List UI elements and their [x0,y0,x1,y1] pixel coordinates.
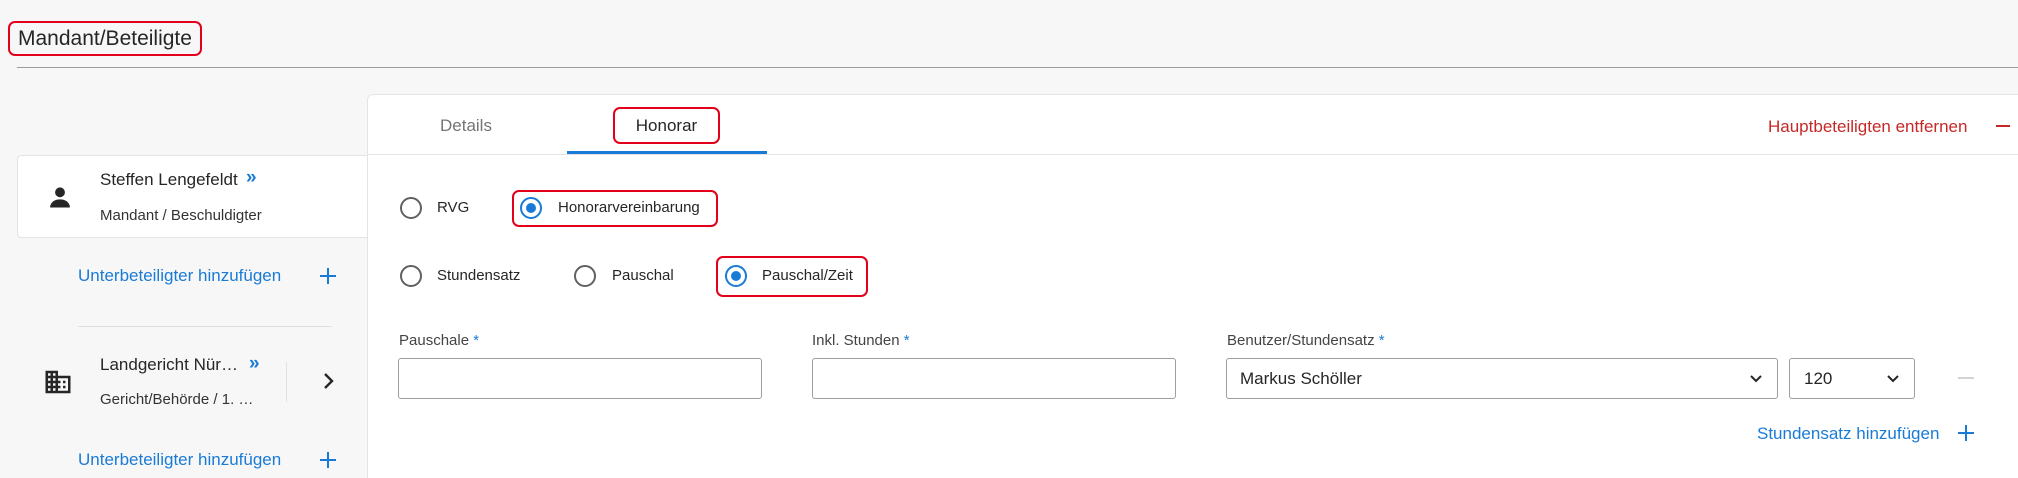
open-party-chevron[interactable]: » [249,353,260,375]
open-party-chevron[interactable]: » [246,167,257,189]
add-subparty-link[interactable]: Unterbeteiligter hinzufügen [78,450,281,470]
page-title: Mandant/Beteiligte [8,21,202,56]
pauschale-label: Pauschale * [399,332,479,349]
party-role: Mandant / Beschuldigter [100,207,262,224]
rate-select[interactable]: 120 [1789,358,1915,399]
required-marker: * [1378,332,1385,349]
person-icon [46,183,74,211]
radio-pauschal-label: Pauschal [612,267,674,284]
pauschale-input[interactable] [398,358,762,399]
inkl-stunden-label-text: Inkl. Stunden [812,332,900,349]
user-select[interactable]: Markus Schöller [1226,358,1778,399]
inkl-stunden-label: Inkl. Stunden * [812,332,910,349]
tab-honorar[interactable]: Honorar [613,107,720,144]
party-role: Gericht/Behörde / 1. … [100,391,254,408]
chevron-down-icon [1749,373,1763,385]
party-name[interactable]: Landgericht Nür… [100,355,238,375]
plus-icon[interactable] [319,451,337,469]
benutzer-stundensatz-label: Benutzer/Stundensatz * [1227,332,1385,349]
radio-stundensatz-label: Stundensatz [437,267,521,284]
required-marker: * [473,332,480,349]
plus-icon[interactable] [1957,424,1975,442]
benutzer-stundensatz-label-text: Benutzer/Stundensatz [1227,332,1375,349]
radio-honorarvereinbarung[interactable] [520,197,542,219]
sidebar-divider [78,326,332,327]
radio-rvg[interactable] [400,197,422,219]
add-rate-link[interactable]: Stundensatz hinzufügen [1757,424,1939,444]
tab-honorar-label: Honorar [635,116,698,135]
required-marker: * [903,332,910,349]
user-select-value: Markus Schöller [1240,369,1362,388]
page-title-text: Mandant/Beteiligte [18,27,192,50]
remove-main-party-link[interactable]: Hauptbeteiligten entfernen [1768,117,1967,137]
plus-icon[interactable] [319,267,337,285]
chevron-down-icon [1886,373,1900,385]
radio-rvg-label: RVG [437,199,470,216]
building-icon [43,367,73,397]
pauschale-label-text: Pauschale [399,332,470,349]
radio-pauschal-zeit-label: Pauschal/Zeit [762,267,853,284]
tabs-divider [367,154,2018,155]
tab-details[interactable]: Details [440,116,492,136]
radio-pauschal-zeit[interactable] [725,265,747,287]
rate-select-value: 120 [1804,369,1833,388]
party-separator [286,362,287,402]
add-subparty-link[interactable]: Unterbeteiligter hinzufügen [78,266,281,286]
minus-icon[interactable] [1995,116,2011,141]
inkl-stunden-input[interactable] [812,358,1176,399]
header-divider [17,67,2018,68]
radio-stundensatz[interactable] [400,265,422,287]
remove-rate-minus-icon [1958,377,1974,379]
radio-honorarvereinbarung-label: Honorarvereinbarung [558,199,700,216]
radio-pauschal[interactable] [574,265,596,287]
chevron-right-icon[interactable] [318,371,338,396]
party-name[interactable]: Steffen Lengefeldt [100,170,238,190]
